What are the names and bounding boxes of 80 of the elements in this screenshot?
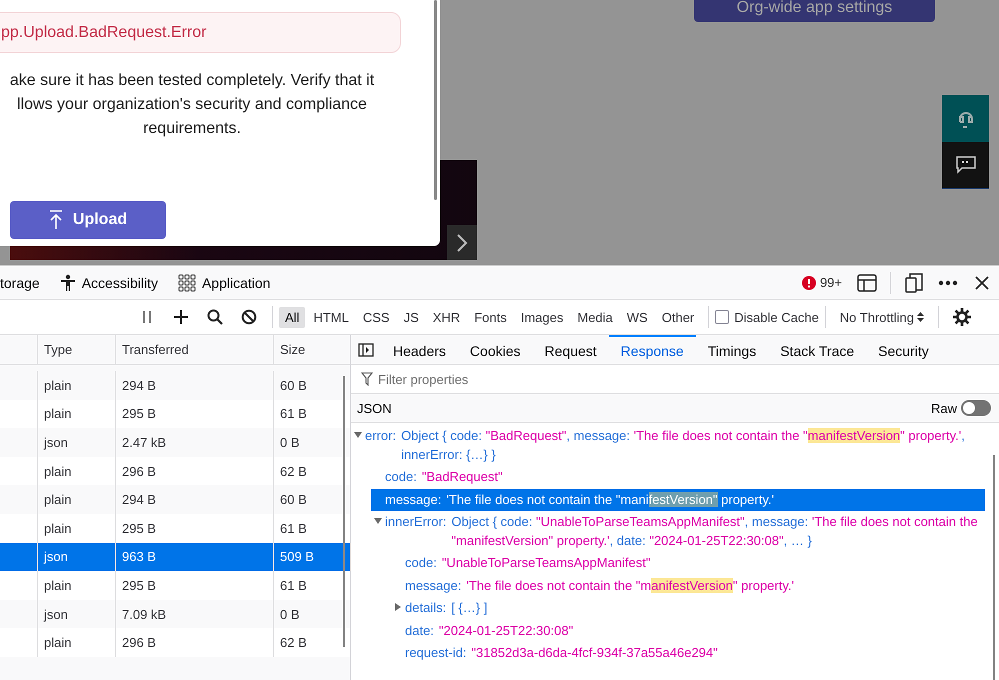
panel-tab[interactable]: Application <box>168 266 280 299</box>
request-row[interactable]: json 7.09 kB 0 B <box>0 600 350 628</box>
filter-button[interactable]: Media <box>571 306 619 328</box>
filter-button[interactable]: Other <box>656 306 700 328</box>
dock-icon <box>905 272 923 292</box>
checkbox[interactable] <box>715 310 730 324</box>
expand-triangle-icon[interactable] <box>374 517 382 525</box>
detail-tab[interactable]: Security <box>866 335 941 364</box>
column-header[interactable]: Transferred <box>115 335 273 364</box>
json-label: JSON <box>357 400 392 416</box>
upload-button[interactable]: Upload <box>10 201 166 239</box>
request-row[interactable]: json 2.47 kB 0 B <box>0 428 350 457</box>
layout-icon <box>857 274 877 292</box>
request-row[interactable]: plain 295 B 61 B <box>0 400 350 428</box>
dialog-note: ake sure it has been tested completely. Verify that it llows your organization's security and compliance requirements. <box>8 71 376 139</box>
filter-button[interactable]: WS <box>620 306 654 328</box>
request-row[interactable]: plain 294 B 60 B <box>0 485 350 514</box>
more-icon <box>938 280 958 286</box>
error-icon <box>802 276 816 290</box>
support-button[interactable] <box>942 95 989 142</box>
filter-icon <box>361 372 373 386</box>
detail-tab[interactable]: Request <box>532 335 609 364</box>
error-count[interactable]: 99+ <box>820 275 842 290</box>
checkbox-label[interactable]: Disable Cache <box>734 310 819 324</box>
detail-tab[interactable]: Timings <box>696 335 768 364</box>
settings-icon <box>952 307 972 327</box>
expand-triangle-icon[interactable] <box>354 431 362 439</box>
chevron-right-icon <box>456 232 468 252</box>
tree-row-text: code: "BadRequest" <box>385 468 504 486</box>
pause-icon <box>142 310 152 324</box>
feedback-button[interactable] <box>942 142 989 189</box>
column-header[interactable]: Size <box>273 335 345 364</box>
filter-button[interactable]: XHR <box>426 306 466 328</box>
speech-bubble-icon <box>956 156 976 174</box>
table-cell: 296 B <box>115 628 273 657</box>
raw-label: Raw <box>930 400 957 416</box>
tree-row[interactable]: details: [ {…} ] <box>391 597 985 620</box>
filter-button[interactable]: HTML <box>307 306 355 328</box>
tree-row-text: message: 'The file does not contain the "manifestVersion" property.' <box>405 576 795 595</box>
block-icon <box>241 309 257 325</box>
updown-caret-icon <box>916 311 924 323</box>
request-row[interactable]: plain 294 B 60 B <box>0 371 350 400</box>
close-icon <box>974 274 990 290</box>
tree-row[interactable]: message: 'The file does not contain the "manifestVersion" property.' <box>391 574 985 597</box>
table-cell: plain <box>37 628 115 657</box>
tree-row[interactable]: code: "BadRequest" <box>371 466 985 488</box>
upload-icon <box>48 210 63 230</box>
detail-tab[interactable]: Headers <box>381 335 458 364</box>
tree-row[interactable]: request-id: "31852d3a-d6da-4fcf-934f-37a55a46e294" <box>391 642 985 664</box>
detail-tab[interactable]: Cookies <box>458 335 533 364</box>
detail-tab[interactable]: Stack Trace <box>768 335 866 364</box>
filter-field[interactable]: Filter properties <box>378 372 999 386</box>
raw-toggle[interactable] <box>961 400 991 416</box>
tree-row-text: code: "UnableToParseTeamsAppManifest" <box>405 554 652 572</box>
tree-row-text: date: "2024-01-25T22:30:08" <box>405 622 574 640</box>
tree-row-text: details: [ {…} ] <box>405 599 488 617</box>
request-row[interactable]: json 963 B 509 B <box>0 542 350 572</box>
org-settings-button[interactable]: Org-wide app settings <box>694 0 935 22</box>
panel-tab[interactable]: torage <box>0 266 50 299</box>
search-icon <box>207 309 223 325</box>
filter-button[interactable]: Images <box>514 306 570 328</box>
collapse-triangle-icon[interactable] <box>394 603 402 611</box>
person-icon <box>60 274 76 292</box>
panel-tab[interactable]: Accessibility <box>50 266 168 299</box>
grid-icon <box>178 274 196 292</box>
panel-toggle-icon <box>358 342 374 356</box>
filter-button[interactable]: CSS <box>356 306 396 328</box>
next-button[interactable] <box>447 225 477 260</box>
tree-row-text: request-id: "31852d3a-d6da-4fcf-934f-37a55a46e294" <box>405 644 719 662</box>
request-row[interactable]: plain 296 B 62 B <box>0 456 350 486</box>
detail-tab[interactable]: Response <box>608 335 696 364</box>
filter-button[interactable]: Fonts <box>468 306 513 328</box>
plus-icon <box>173 309 189 325</box>
column-header[interactable]: Type <box>37 335 115 364</box>
tree-row[interactable]: date: "2024-01-25T22:30:08" <box>391 620 985 642</box>
filter-button[interactable]: JS <box>398 306 425 328</box>
error-message: pp.Upload.BadRequest.Error <box>0 12 401 53</box>
filter-button[interactable]: All <box>279 306 306 328</box>
tree-row[interactable]: code: "UnableToParseTeamsAppManifest" <box>391 552 985 574</box>
throttling-dropdown[interactable]: No Throttling <box>832 310 932 324</box>
